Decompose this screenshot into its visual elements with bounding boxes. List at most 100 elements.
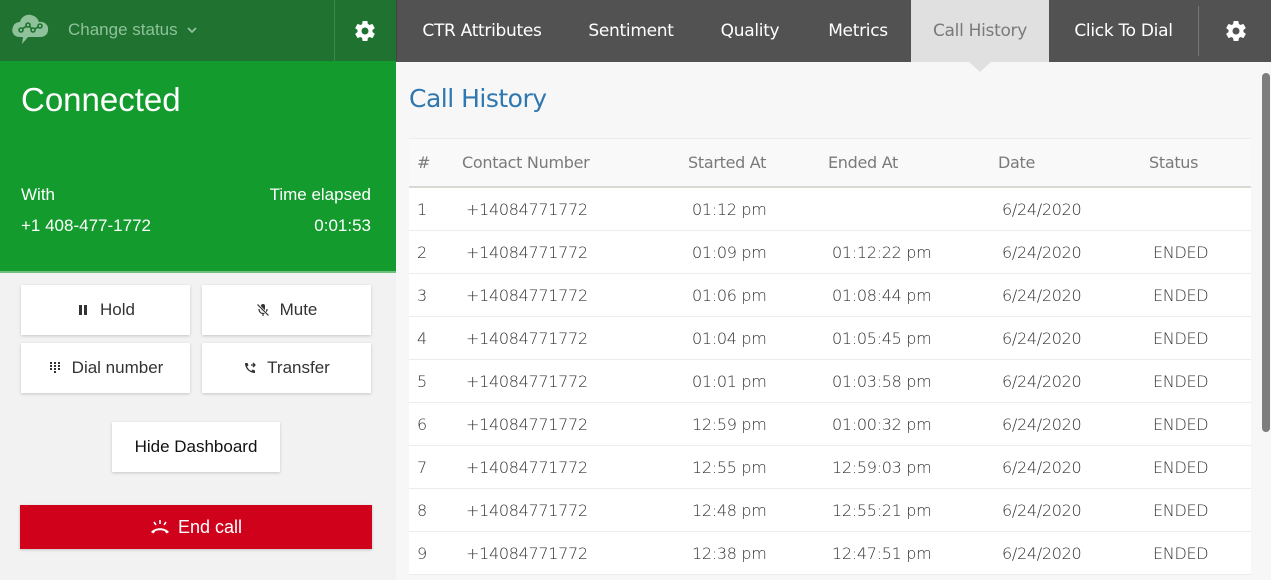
dashboard-panel: CTR Attributes Sentiment Quality Metrics… <box>396 0 1271 580</box>
cell-started-at: 12:38 pm <box>692 544 767 563</box>
cell-index: 8 <box>417 501 427 520</box>
dial-number-label: Dial number <box>71 358 164 377</box>
gear-icon[interactable] <box>353 19 377 43</box>
dial-number-button[interactable]: Dial number <box>21 343 190 393</box>
change-status-label: Change status <box>68 20 178 39</box>
cell-index: 1 <box>417 200 427 219</box>
cell-date: 6/24/2020 <box>1002 372 1082 391</box>
cell-started-at: 01:01 pm <box>692 372 767 391</box>
connection-state: Connected <box>21 81 181 118</box>
tab-click-to-dial[interactable]: Click To Dial <box>1049 0 1198 62</box>
tab-sentiment[interactable]: Sentiment <box>567 0 695 62</box>
call-history-table: # Contact Number Started At Ended At Dat… <box>409 138 1251 575</box>
end-call-button[interactable]: End call <box>20 505 372 549</box>
cell-date: 6/24/2020 <box>1002 501 1082 520</box>
mute-label: Mute <box>279 300 318 319</box>
table-row[interactable]: 6 +14084771772 12:59 pm 01:00:32 pm 6/24/202… <box>409 403 1251 446</box>
header-divider <box>334 0 335 61</box>
column-header-index: # <box>417 153 431 172</box>
cell-index: 2 <box>417 243 427 262</box>
pause-icon <box>79 305 88 315</box>
vertical-scrollbar[interactable] <box>1262 73 1270 432</box>
table-row[interactable]: 2 +14084771772 01:09 pm 01:12:22 pm 6/24/202… <box>409 231 1251 274</box>
cell-contact-number: +14084771772 <box>466 372 588 391</box>
cell-ended-at: 12:55:21 pm <box>832 501 932 520</box>
table-row[interactable]: 1 +14084771772 01:12 pm 6/24/2020 <box>409 188 1251 231</box>
cell-ended-at: 12:59:03 pm <box>832 458 932 477</box>
cell-started-at: 01:04 pm <box>692 329 767 348</box>
softphone-header: Change status <box>0 0 396 61</box>
cell-status: ENDED <box>1153 501 1209 520</box>
cell-status: ENDED <box>1153 458 1209 477</box>
caller-number: +1 408-477-1772 <box>21 216 151 235</box>
connection-status-panel: Connected With +1 408-477-1772 Time elap… <box>0 61 396 273</box>
cell-index: 7 <box>417 458 427 477</box>
end-call-label: End call <box>177 516 243 537</box>
column-header-ended-at: Ended At <box>828 153 899 172</box>
table-row[interactable]: 7 +14084771772 12:55 pm 12:59:03 pm 6/24/202… <box>409 446 1251 489</box>
transfer-button[interactable]: Transfer <box>202 343 371 393</box>
cell-started-at: 12:55 pm <box>692 458 767 477</box>
cell-index: 9 <box>417 544 427 563</box>
change-status-dropdown[interactable]: Change status <box>68 19 198 41</box>
mute-button[interactable]: Mute <box>202 285 371 335</box>
cell-status: ENDED <box>1153 372 1209 391</box>
table-row[interactable]: 8 +14084771772 12:48 pm 12:55:21 pm 6/24/202… <box>409 489 1251 532</box>
cell-index: 6 <box>417 415 427 434</box>
cell-ended-at: 01:03:58 pm <box>832 372 932 391</box>
tab-quality[interactable]: Quality <box>695 0 805 62</box>
hold-button[interactable]: Hold <box>21 285 190 335</box>
cell-contact-number: +14084771772 <box>466 544 588 563</box>
cell-contact-number: +14084771772 <box>466 200 588 219</box>
hide-dashboard-button[interactable]: Hide Dashboard <box>112 422 280 472</box>
tab-call-history[interactable]: Call History <box>911 0 1049 72</box>
cell-ended-at: 12:47:51 pm <box>832 544 932 563</box>
dialpad-icon <box>49 362 60 373</box>
cell-date: 6/24/2020 <box>1002 200 1082 219</box>
table-row[interactable]: 3 +14084771772 01:06 pm 01:08:44 pm 6/24/202… <box>409 274 1251 317</box>
cell-index: 3 <box>417 286 427 305</box>
column-header-started-at: Started At <box>688 153 767 172</box>
cell-contact-number: +14084771772 <box>466 243 588 262</box>
cell-date: 6/24/2020 <box>1002 243 1082 262</box>
transfer-label: Transfer <box>267 358 330 377</box>
cell-date: 6/24/2020 <box>1002 329 1082 348</box>
table-row[interactable]: 4 +14084771772 01:04 pm 01:05:45 pm 6/24/202… <box>409 317 1251 360</box>
page-title: Call History <box>409 84 547 113</box>
tab-metrics[interactable]: Metrics <box>805 0 911 62</box>
tab-divider <box>1198 6 1199 56</box>
column-header-date: Date <box>998 153 1036 172</box>
cloud-chat-logo-icon <box>12 14 49 44</box>
table-row[interactable]: 5 +14084771772 01:01 pm 01:03:58 pm 6/24/202… <box>409 360 1251 403</box>
cell-date: 6/24/2020 <box>1002 458 1082 477</box>
cell-status: ENDED <box>1153 415 1209 434</box>
tab-ctr-attributes[interactable]: CTR Attributes <box>397 0 567 62</box>
cell-contact-number: +14084771772 <box>466 501 588 520</box>
time-elapsed-label: Time elapsed <box>269 185 371 204</box>
hold-label: Hold <box>100 300 135 319</box>
cell-ended-at: 01:00:32 pm <box>832 415 932 434</box>
cell-started-at: 01:06 pm <box>692 286 767 305</box>
cell-contact-number: +14084771772 <box>466 286 588 305</box>
cell-started-at: 12:48 pm <box>692 501 767 520</box>
cell-contact-number: +14084771772 <box>466 458 588 477</box>
time-elapsed-value: 0:01:53 <box>314 216 371 235</box>
chevron-down-icon <box>187 27 197 34</box>
cell-ended-at: 01:05:45 pm <box>832 329 932 348</box>
mic-off-icon <box>256 303 269 317</box>
column-header-status: Status <box>1149 153 1199 172</box>
table-row[interactable]: 9 +14084771772 12:38 pm 12:47:51 pm 6/24/202… <box>409 532 1251 575</box>
cell-status: ENDED <box>1153 544 1209 563</box>
cell-date: 6/24/2020 <box>1002 544 1082 563</box>
cell-started-at: 12:59 pm <box>692 415 767 434</box>
cell-contact-number: +14084771772 <box>466 329 588 348</box>
cell-status: ENDED <box>1153 329 1209 348</box>
cell-date: 6/24/2020 <box>1002 286 1082 305</box>
cell-date: 6/24/2020 <box>1002 415 1082 434</box>
cell-index: 5 <box>417 372 427 391</box>
cell-ended-at: 01:08:44 pm <box>832 286 932 305</box>
softphone-panel: Change status Connected With +1 408-477-… <box>0 0 396 580</box>
gear-icon[interactable] <box>1224 19 1248 43</box>
with-label: With <box>21 185 55 204</box>
cell-status: ENDED <box>1153 286 1209 305</box>
